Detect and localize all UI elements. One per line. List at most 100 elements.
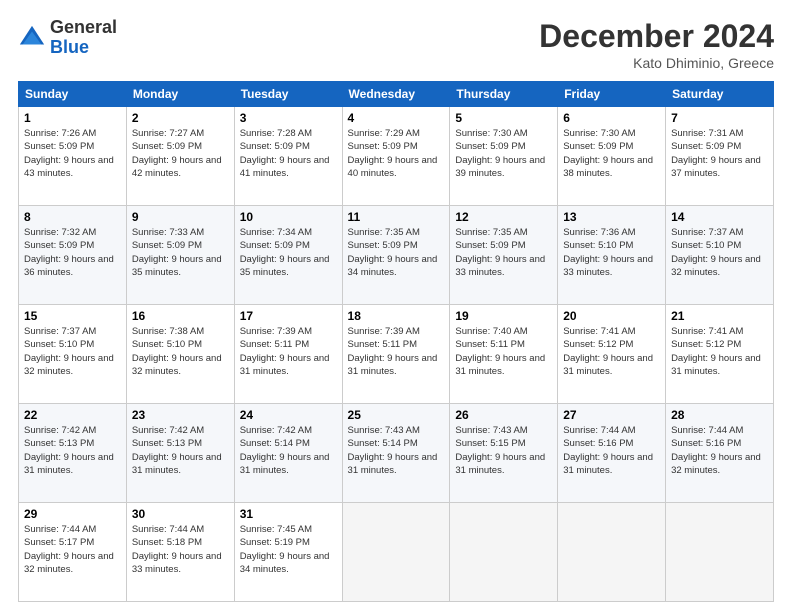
day-number: 3 xyxy=(240,111,337,125)
table-row: 6 Sunrise: 7:30 AMSunset: 5:09 PMDayligh… xyxy=(558,107,666,206)
day-number: 30 xyxy=(132,507,229,521)
table-row xyxy=(342,503,450,602)
day-info: Sunrise: 7:35 AMSunset: 5:09 PMDaylight:… xyxy=(455,226,552,279)
day-number: 9 xyxy=(132,210,229,224)
table-row: 17 Sunrise: 7:39 AMSunset: 5:11 PMDaylig… xyxy=(234,305,342,404)
day-number: 27 xyxy=(563,408,660,422)
table-row: 2 Sunrise: 7:27 AMSunset: 5:09 PMDayligh… xyxy=(126,107,234,206)
col-friday: Friday xyxy=(558,82,666,107)
day-info: Sunrise: 7:28 AMSunset: 5:09 PMDaylight:… xyxy=(240,127,337,180)
table-row: 9 Sunrise: 7:33 AMSunset: 5:09 PMDayligh… xyxy=(126,206,234,305)
table-row: 29 Sunrise: 7:44 AMSunset: 5:17 PMDaylig… xyxy=(19,503,127,602)
day-number: 31 xyxy=(240,507,337,521)
col-wednesday: Wednesday xyxy=(342,82,450,107)
day-info: Sunrise: 7:45 AMSunset: 5:19 PMDaylight:… xyxy=(240,523,337,576)
day-info: Sunrise: 7:41 AMSunset: 5:12 PMDaylight:… xyxy=(563,325,660,378)
calendar-week-row: 22 Sunrise: 7:42 AMSunset: 5:13 PMDaylig… xyxy=(19,404,774,503)
day-number: 19 xyxy=(455,309,552,323)
day-info: Sunrise: 7:30 AMSunset: 5:09 PMDaylight:… xyxy=(563,127,660,180)
day-number: 12 xyxy=(455,210,552,224)
table-row: 13 Sunrise: 7:36 AMSunset: 5:10 PMDaylig… xyxy=(558,206,666,305)
day-info: Sunrise: 7:31 AMSunset: 5:09 PMDaylight:… xyxy=(671,127,768,180)
day-number: 16 xyxy=(132,309,229,323)
day-info: Sunrise: 7:37 AMSunset: 5:10 PMDaylight:… xyxy=(671,226,768,279)
day-info: Sunrise: 7:37 AMSunset: 5:10 PMDaylight:… xyxy=(24,325,121,378)
table-row xyxy=(450,503,558,602)
day-info: Sunrise: 7:26 AMSunset: 5:09 PMDaylight:… xyxy=(24,127,121,180)
day-info: Sunrise: 7:40 AMSunset: 5:11 PMDaylight:… xyxy=(455,325,552,378)
day-info: Sunrise: 7:30 AMSunset: 5:09 PMDaylight:… xyxy=(455,127,552,180)
calendar-week-row: 8 Sunrise: 7:32 AMSunset: 5:09 PMDayligh… xyxy=(19,206,774,305)
table-row: 3 Sunrise: 7:28 AMSunset: 5:09 PMDayligh… xyxy=(234,107,342,206)
day-info: Sunrise: 7:44 AMSunset: 5:16 PMDaylight:… xyxy=(671,424,768,477)
table-row: 12 Sunrise: 7:35 AMSunset: 5:09 PMDaylig… xyxy=(450,206,558,305)
day-info: Sunrise: 7:42 AMSunset: 5:13 PMDaylight:… xyxy=(24,424,121,477)
day-number: 28 xyxy=(671,408,768,422)
logo-general: General xyxy=(50,18,117,38)
col-monday: Monday xyxy=(126,82,234,107)
day-number: 10 xyxy=(240,210,337,224)
month-year: December 2024 xyxy=(539,18,774,55)
table-row: 11 Sunrise: 7:35 AMSunset: 5:09 PMDaylig… xyxy=(342,206,450,305)
table-row: 1 Sunrise: 7:26 AMSunset: 5:09 PMDayligh… xyxy=(19,107,127,206)
table-row: 22 Sunrise: 7:42 AMSunset: 5:13 PMDaylig… xyxy=(19,404,127,503)
day-number: 17 xyxy=(240,309,337,323)
page: General Blue December 2024 Kato Dhiminio… xyxy=(0,0,792,612)
logo-blue: Blue xyxy=(50,38,117,58)
day-number: 1 xyxy=(24,111,121,125)
table-row: 15 Sunrise: 7:37 AMSunset: 5:10 PMDaylig… xyxy=(19,305,127,404)
table-row: 5 Sunrise: 7:30 AMSunset: 5:09 PMDayligh… xyxy=(450,107,558,206)
col-sunday: Sunday xyxy=(19,82,127,107)
day-number: 6 xyxy=(563,111,660,125)
day-number: 11 xyxy=(348,210,445,224)
logo: General Blue xyxy=(18,18,117,58)
day-number: 21 xyxy=(671,309,768,323)
table-row: 16 Sunrise: 7:38 AMSunset: 5:10 PMDaylig… xyxy=(126,305,234,404)
day-number: 25 xyxy=(348,408,445,422)
day-number: 18 xyxy=(348,309,445,323)
day-number: 24 xyxy=(240,408,337,422)
table-row: 23 Sunrise: 7:42 AMSunset: 5:13 PMDaylig… xyxy=(126,404,234,503)
day-number: 5 xyxy=(455,111,552,125)
day-info: Sunrise: 7:34 AMSunset: 5:09 PMDaylight:… xyxy=(240,226,337,279)
day-info: Sunrise: 7:44 AMSunset: 5:18 PMDaylight:… xyxy=(132,523,229,576)
header: General Blue December 2024 Kato Dhiminio… xyxy=(18,18,774,71)
table-row: 26 Sunrise: 7:43 AMSunset: 5:15 PMDaylig… xyxy=(450,404,558,503)
day-info: Sunrise: 7:43 AMSunset: 5:14 PMDaylight:… xyxy=(348,424,445,477)
day-info: Sunrise: 7:39 AMSunset: 5:11 PMDaylight:… xyxy=(348,325,445,378)
table-row: 31 Sunrise: 7:45 AMSunset: 5:19 PMDaylig… xyxy=(234,503,342,602)
table-row: 10 Sunrise: 7:34 AMSunset: 5:09 PMDaylig… xyxy=(234,206,342,305)
day-info: Sunrise: 7:44 AMSunset: 5:16 PMDaylight:… xyxy=(563,424,660,477)
logo-text: General Blue xyxy=(50,18,117,58)
day-number: 23 xyxy=(132,408,229,422)
col-saturday: Saturday xyxy=(666,82,774,107)
day-number: 2 xyxy=(132,111,229,125)
table-row xyxy=(666,503,774,602)
title-block: December 2024 Kato Dhiminio, Greece xyxy=(539,18,774,71)
day-number: 8 xyxy=(24,210,121,224)
table-row: 24 Sunrise: 7:42 AMSunset: 5:14 PMDaylig… xyxy=(234,404,342,503)
table-row: 30 Sunrise: 7:44 AMSunset: 5:18 PMDaylig… xyxy=(126,503,234,602)
table-row: 18 Sunrise: 7:39 AMSunset: 5:11 PMDaylig… xyxy=(342,305,450,404)
location: Kato Dhiminio, Greece xyxy=(539,55,774,71)
day-info: Sunrise: 7:36 AMSunset: 5:10 PMDaylight:… xyxy=(563,226,660,279)
day-info: Sunrise: 7:32 AMSunset: 5:09 PMDaylight:… xyxy=(24,226,121,279)
day-info: Sunrise: 7:27 AMSunset: 5:09 PMDaylight:… xyxy=(132,127,229,180)
calendar-header-row: Sunday Monday Tuesday Wednesday Thursday… xyxy=(19,82,774,107)
table-row: 25 Sunrise: 7:43 AMSunset: 5:14 PMDaylig… xyxy=(342,404,450,503)
day-info: Sunrise: 7:33 AMSunset: 5:09 PMDaylight:… xyxy=(132,226,229,279)
day-number: 4 xyxy=(348,111,445,125)
day-number: 22 xyxy=(24,408,121,422)
day-info: Sunrise: 7:39 AMSunset: 5:11 PMDaylight:… xyxy=(240,325,337,378)
day-info: Sunrise: 7:44 AMSunset: 5:17 PMDaylight:… xyxy=(24,523,121,576)
table-row: 8 Sunrise: 7:32 AMSunset: 5:09 PMDayligh… xyxy=(19,206,127,305)
day-number: 7 xyxy=(671,111,768,125)
day-info: Sunrise: 7:42 AMSunset: 5:14 PMDaylight:… xyxy=(240,424,337,477)
table-row: 28 Sunrise: 7:44 AMSunset: 5:16 PMDaylig… xyxy=(666,404,774,503)
calendar-table: Sunday Monday Tuesday Wednesday Thursday… xyxy=(18,81,774,602)
table-row: 14 Sunrise: 7:37 AMSunset: 5:10 PMDaylig… xyxy=(666,206,774,305)
day-info: Sunrise: 7:41 AMSunset: 5:12 PMDaylight:… xyxy=(671,325,768,378)
logo-icon xyxy=(18,24,46,52)
table-row: 27 Sunrise: 7:44 AMSunset: 5:16 PMDaylig… xyxy=(558,404,666,503)
col-tuesday: Tuesday xyxy=(234,82,342,107)
